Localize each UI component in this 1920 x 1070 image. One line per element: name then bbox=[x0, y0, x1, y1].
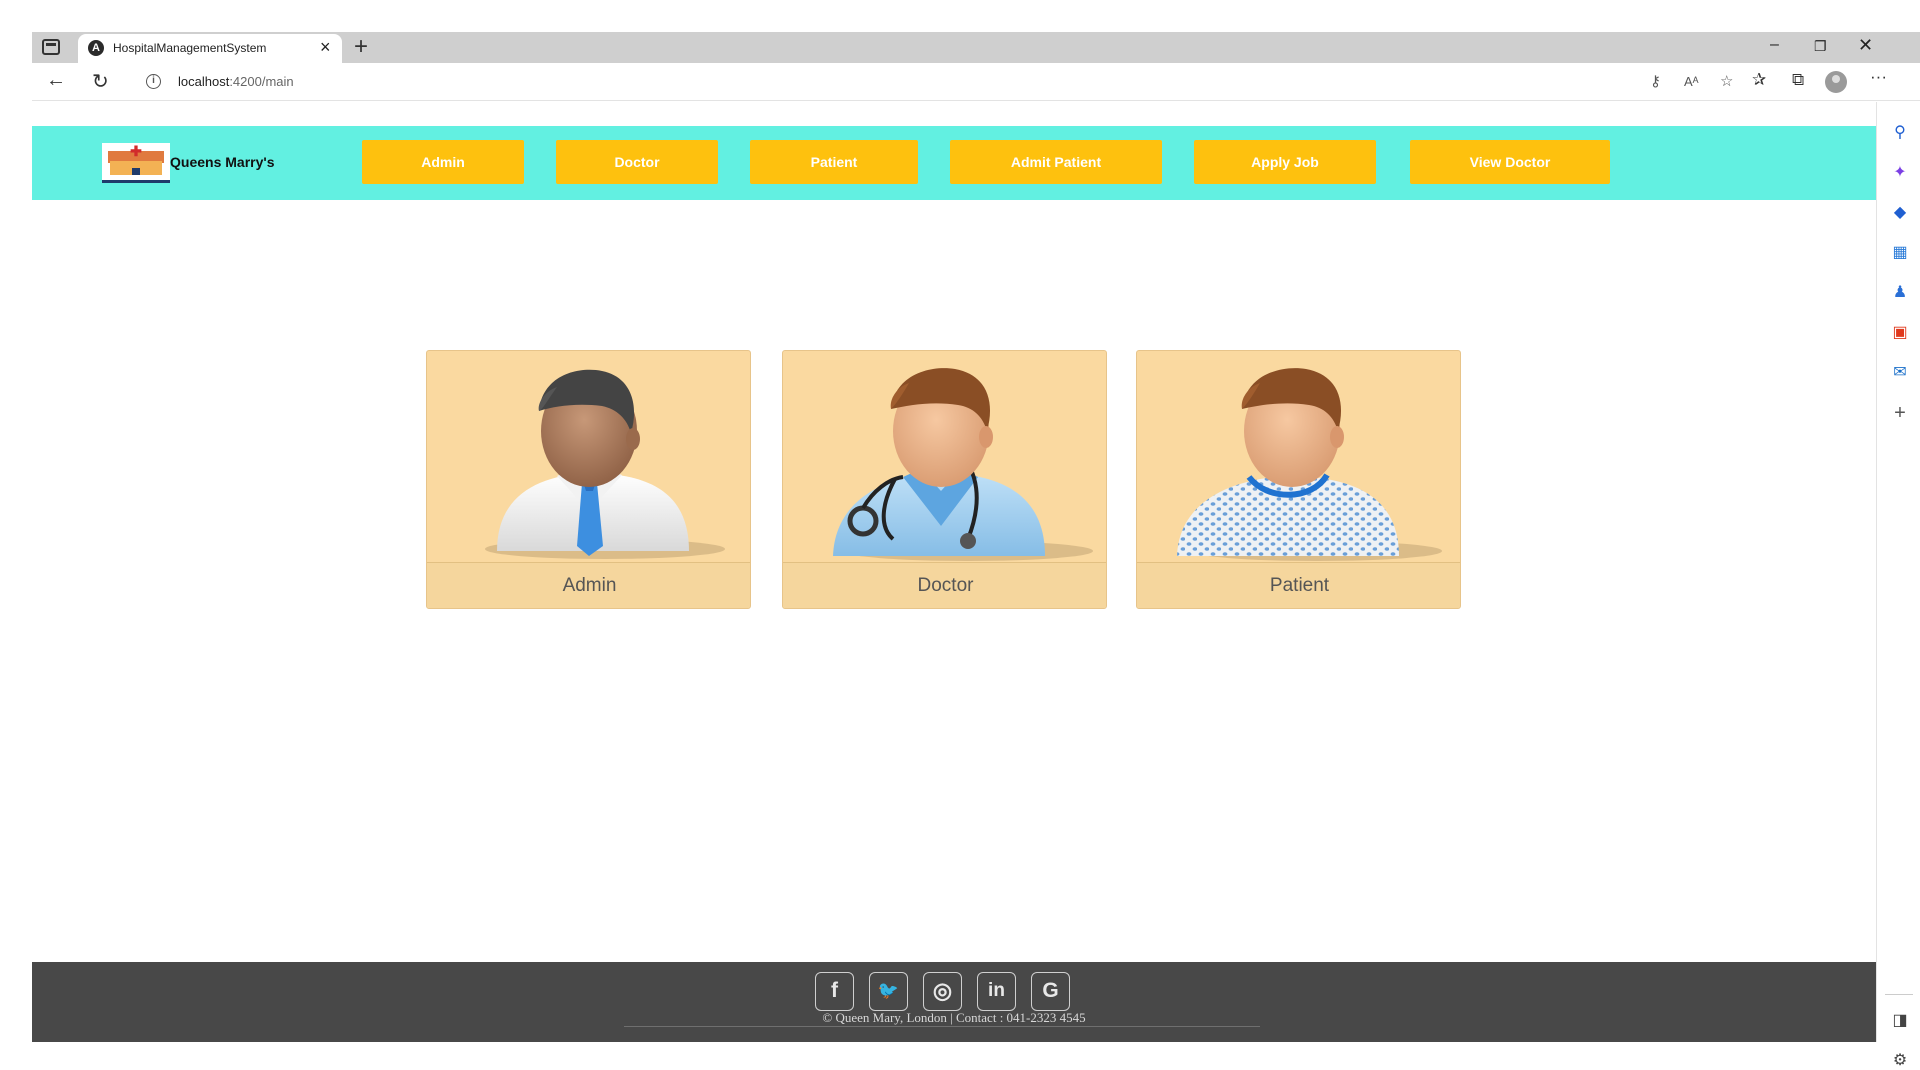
hide-sidebar-icon[interactable]: ◨ bbox=[1891, 1012, 1909, 1030]
twitter-icon[interactable]: 🐦 bbox=[869, 972, 908, 1011]
screen: A HospitalManagementSystem × + – ❐ ✕ ← ↻… bbox=[0, 0, 1920, 1069]
browser-tab[interactable]: A HospitalManagementSystem × bbox=[78, 34, 342, 63]
card-footer: Doctor bbox=[783, 562, 1106, 608]
nav-apply-job-button[interactable]: Apply Job bbox=[1194, 140, 1376, 184]
doctor-avatar bbox=[833, 368, 1093, 561]
add-favorite-icon[interactable]: ☆ bbox=[1720, 72, 1733, 90]
nav-admin-button[interactable]: Admin bbox=[362, 140, 524, 184]
page-footer: f 🐦 ◎ in G bbox=[32, 962, 1876, 1042]
card-footer: Patient bbox=[1137, 562, 1460, 608]
minimize-icon[interactable]: – bbox=[1770, 36, 1779, 54]
nav-admit-patient-button[interactable]: Admit Patient bbox=[950, 140, 1162, 184]
linkedin-icon[interactable]: in bbox=[977, 972, 1016, 1011]
shopping-icon[interactable]: ◆ bbox=[1891, 204, 1909, 222]
favorites-icon[interactable]: ✰ bbox=[1752, 70, 1766, 90]
browser-toolbar: ← ↻ i localhost:4200/main ⚷ Aᴬ ☆ ✰ ⧉ ··· bbox=[32, 63, 1920, 101]
page-viewport: ✚ Queens Marry's Admin Doctor Patient Ad… bbox=[32, 102, 1876, 1042]
tab-title: HospitalManagementSystem bbox=[113, 41, 267, 55]
tab-actions-icon[interactable] bbox=[42, 39, 60, 55]
card-footer: Admin bbox=[427, 562, 750, 608]
nav-doctor-button[interactable]: Doctor bbox=[556, 140, 718, 184]
logo-door bbox=[132, 168, 140, 175]
office-icon[interactable]: ▣ bbox=[1891, 324, 1909, 342]
edge-sidebar: ⚲ ✦ ◆ ▦ ♟ ▣ ✉ + ◨ ⚙ bbox=[1876, 102, 1920, 1069]
admin-avatar bbox=[485, 369, 725, 559]
patient-card-label: Patient bbox=[1269, 575, 1330, 596]
search-icon[interactable]: ⚲ bbox=[1891, 124, 1909, 142]
logo-cross-icon: ✚ bbox=[130, 143, 142, 159]
read-aloud-icon[interactable]: Aᴬ bbox=[1684, 74, 1699, 89]
new-tab-button[interactable]: + bbox=[354, 33, 368, 61]
doctor-card-label: Doctor bbox=[917, 575, 974, 596]
angular-icon: A bbox=[88, 40, 104, 56]
restore-icon[interactable]: ❐ bbox=[1814, 38, 1827, 55]
browser-window: A HospitalManagementSystem × + – ❐ ✕ ← ↻… bbox=[32, 32, 1920, 1069]
copilot-icon[interactable]: ✦ bbox=[1891, 164, 1909, 182]
copyright-text: © Queen Mary, London | Contact : 041-232… bbox=[822, 1010, 1086, 1025]
games-icon[interactable]: ♟ bbox=[1891, 284, 1909, 302]
admin-card[interactable]: Admin bbox=[426, 350, 751, 609]
brand-name[interactable]: Queens Marry's bbox=[170, 154, 275, 170]
tools-icon[interactable]: ▦ bbox=[1891, 244, 1909, 262]
nav-view-doctor-button[interactable]: View Doctor bbox=[1410, 140, 1610, 184]
doctor-card[interactable]: Doctor bbox=[782, 350, 1107, 609]
reload-icon[interactable]: ↻ bbox=[92, 69, 109, 94]
add-icon[interactable]: + bbox=[1891, 403, 1909, 423]
hospital-logo[interactable]: ✚ bbox=[102, 143, 170, 183]
facebook-icon[interactable]: f bbox=[815, 972, 854, 1011]
close-window-icon[interactable]: ✕ bbox=[1858, 35, 1873, 56]
sidebar-divider bbox=[1885, 994, 1913, 995]
address-bar[interactable]: i localhost:4200/main ⚷ Aᴬ ☆ bbox=[132, 67, 1742, 97]
close-tab-icon[interactable]: × bbox=[320, 37, 331, 58]
admin-card-label: Admin bbox=[562, 575, 617, 596]
profile-icon[interactable] bbox=[1825, 71, 1847, 93]
patient-card[interactable]: Patient bbox=[1136, 350, 1461, 609]
back-icon[interactable]: ← bbox=[46, 69, 66, 92]
patient-avatar bbox=[1177, 368, 1442, 561]
more-icon[interactable]: ··· bbox=[1870, 67, 1887, 87]
key-icon[interactable]: ⚷ bbox=[1650, 72, 1661, 90]
footer-divider bbox=[624, 1026, 1260, 1027]
collections-icon[interactable]: ⧉ bbox=[1792, 70, 1804, 90]
tab-strip: A HospitalManagementSystem × + – ❐ ✕ bbox=[32, 32, 1920, 63]
url-text[interactable]: localhost:4200/main bbox=[178, 74, 294, 89]
instagram-icon[interactable]: ◎ bbox=[923, 972, 962, 1011]
nav-patient-button[interactable]: Patient bbox=[750, 140, 918, 184]
outlook-icon[interactable]: ✉ bbox=[1891, 364, 1909, 382]
navbar: ✚ Queens Marry's Admin Doctor Patient Ad… bbox=[32, 126, 1876, 200]
google-icon[interactable]: G bbox=[1031, 972, 1070, 1011]
info-icon[interactable]: i bbox=[146, 74, 161, 89]
settings-icon[interactable]: ⚙ bbox=[1891, 1052, 1909, 1070]
